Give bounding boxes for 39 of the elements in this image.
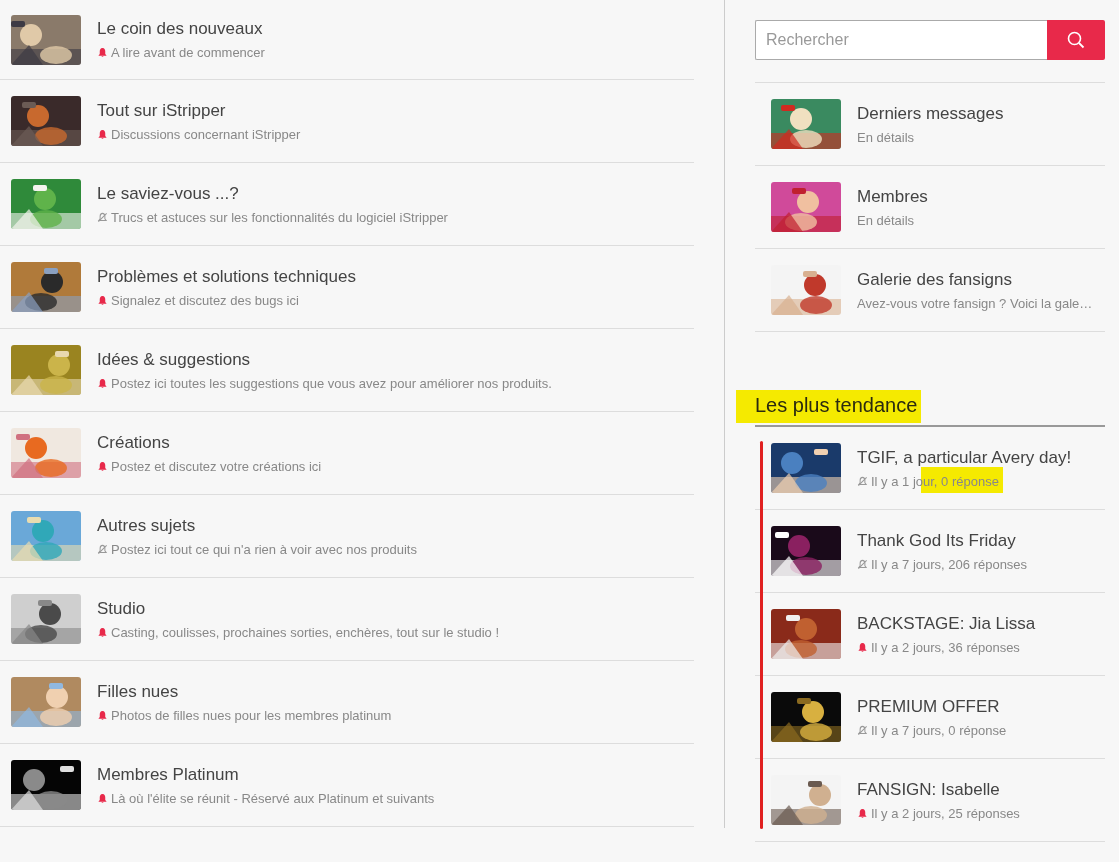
- forum-description: Photos de filles nues pour les membres platinum: [111, 707, 392, 723]
- forum-description: Postez et discutez votre créations ici: [111, 458, 322, 474]
- topic-title[interactable]: FANSIGN: Isabelle: [857, 779, 1020, 800]
- section-heading: Les plus tendance: [736, 390, 922, 423]
- topic-meta: Il y a 2 jours, 25 réponses: [871, 805, 1020, 821]
- topic-title[interactable]: BACKSTAGE: Jia Lissa: [857, 613, 1036, 634]
- forum-title[interactable]: Autres sujets: [97, 515, 417, 536]
- forum-description: Postez ici toutes les suggestions que vous avez pour améliorer nos produits.: [111, 375, 552, 391]
- search-button[interactable]: [1047, 20, 1105, 60]
- topic-title[interactable]: PREMIUM OFFER: [857, 696, 1007, 717]
- forum-description: Signalez et discutez des bugs ici: [111, 292, 299, 308]
- topic-title[interactable]: TGIF, a particular Avery day!: [857, 447, 1072, 468]
- topic-meta: Il y a 7 jours, 0 réponse: [871, 722, 1007, 738]
- link-description: En détails: [857, 129, 915, 145]
- forum-title[interactable]: Filles nues: [97, 681, 392, 702]
- forum-description: Postez ici tout ce qui n'a rien à voir avec nos produits: [111, 541, 417, 557]
- topic-title[interactable]: Thank God Its Friday: [857, 530, 1028, 551]
- link-title[interactable]: Membres: [857, 186, 928, 207]
- forum-description: Là où l'élite se réunit - Réservé aux Platinum et suivants: [111, 790, 435, 806]
- forum-title[interactable]: Le coin des nouveaux: [97, 19, 265, 39]
- link-description: Avez-vous votre fansign ? Voici la gale…: [857, 295, 1093, 311]
- topic-meta: Il y a 7 jours, 206 réponses: [871, 556, 1028, 572]
- forum-description: Trucs et astuces sur les fonctionnalités du logiciel iStripper: [111, 209, 448, 225]
- forum-title[interactable]: Le saviez-vous ...?: [97, 183, 448, 204]
- link-title[interactable]: Derniers messages: [857, 103, 1004, 124]
- forum-title[interactable]: Tout sur iStripper: [97, 100, 301, 121]
- topic-meta: Il y a 2 jours, 36 réponses: [871, 639, 1020, 655]
- link-description: En détails: [857, 212, 915, 228]
- forum-description: Discussions concernant iStripper: [111, 126, 301, 142]
- forum-description: Casting, coulisses, prochaines sorties, enchères, tout sur le studio !: [111, 624, 500, 640]
- forum-title[interactable]: Membres Platinum: [97, 764, 435, 785]
- link-title[interactable]: Galerie des fansigns: [857, 269, 1093, 290]
- forum-title[interactable]: Créations: [97, 432, 322, 453]
- search-field[interactable]: Rechercher: [755, 20, 1047, 60]
- forum-title[interactable]: Problèmes et solutions techniques: [97, 266, 356, 287]
- forum-description: A lire avant de commencer: [111, 45, 265, 60]
- forum-title[interactable]: Idées & suggestions: [97, 349, 552, 370]
- search-icon: [1066, 30, 1086, 50]
- forum-title[interactable]: Studio: [97, 598, 500, 619]
